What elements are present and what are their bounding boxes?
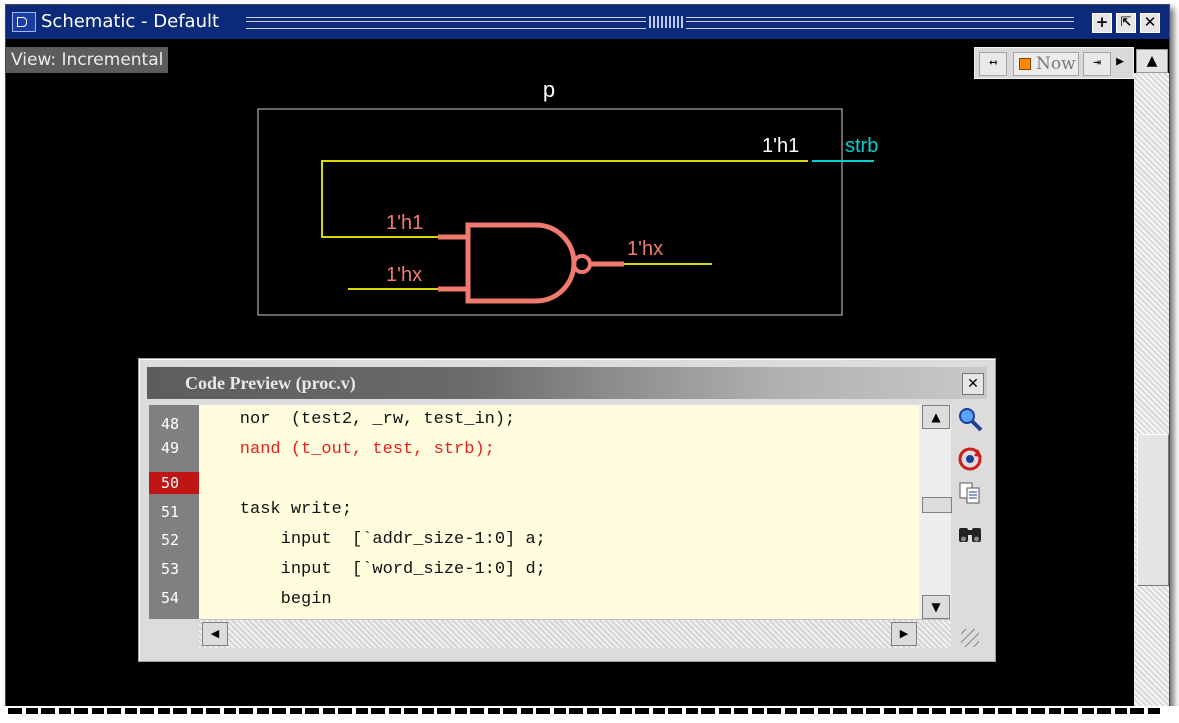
code-scroll-right-button[interactable]: ▶ <box>891 622 917 646</box>
code-scrollbar-thumb[interactable] <box>922 497 952 513</box>
title-grip <box>246 17 646 29</box>
drag-handle[interactable] <box>649 16 683 28</box>
vertical-scrollbar[interactable] <box>1134 73 1169 709</box>
play-icon[interactable]: ▶ <box>1113 52 1127 74</box>
scroll-up-button[interactable]: ▲ <box>1136 49 1168 73</box>
window-title: Schematic - Default <box>41 11 220 32</box>
step-forward-button[interactable]: ⇥ <box>1083 52 1111 76</box>
stop-square-icon <box>1019 58 1031 70</box>
instance-box <box>257 108 843 316</box>
maximize-button[interactable]: + <box>1092 13 1112 33</box>
line-number-gutter: 48 49 50 51 52 53 54 <box>149 405 199 619</box>
now-button[interactable]: Now <box>1013 52 1079 76</box>
resize-grip[interactable] <box>961 629 979 647</box>
output-value-label: 1'h1 <box>762 135 799 157</box>
code-lines: nor (test2, _rw, test_in); nand (t_out, … <box>199 405 546 615</box>
line-number: 48 <box>161 415 180 433</box>
code-scroll-left-button[interactable]: ◀ <box>202 622 228 646</box>
line-number: 53 <box>161 560 180 578</box>
title-grip <box>686 17 1074 29</box>
torn-edge-decoration <box>0 706 1179 723</box>
code-line: input [`addr_size-1:0] a; <box>199 530 546 549</box>
scrollbar-thumb[interactable] <box>1137 434 1169 586</box>
gate-output-value-label: 1'hx <box>627 238 663 260</box>
code-preview-title: Code Preview (proc.v) <box>185 373 356 393</box>
find-icon[interactable] <box>955 519 985 547</box>
copy-icon[interactable] <box>955 479 985 507</box>
title-bar[interactable]: Schematic - Default + ⇱ ✕ <box>6 5 1169 39</box>
line-number: 49 <box>161 439 180 457</box>
code-scroll-up-button[interactable]: ▲ <box>922 405 950 429</box>
close-button[interactable]: ✕ <box>1140 13 1160 33</box>
now-label: Now <box>1036 54 1076 74</box>
zoom-icon[interactable] <box>955 405 985 433</box>
code-line-highlighted: nand (t_out, test, strb); <box>199 440 495 459</box>
code-line: input [`word_size-1:0] d; <box>199 560 546 579</box>
instance-name: p <box>543 77 555 102</box>
simulation-toolbar: ↤ Now ⇥ ▶ <box>974 47 1134 79</box>
restore-button[interactable]: ⇱ <box>1116 13 1136 33</box>
code-line: task write; <box>199 500 353 519</box>
code-preview-panel: Code Preview (proc.v) ✕ 48 49 50 51 52 5… <box>138 358 996 662</box>
code-text-area[interactable]: nor (test2, _rw, test_in); nand (t_out, … <box>199 405 919 619</box>
code-horizontal-scrollbar[interactable] <box>199 619 951 648</box>
input-b-value-label: 1'hx <box>386 264 422 286</box>
step-back-button[interactable]: ↤ <box>979 52 1007 76</box>
input-a-value-label: 1'h1 <box>386 212 423 234</box>
line-number: 52 <box>161 531 180 549</box>
code-preview-titlebar[interactable]: Code Preview (proc.v) ✕ <box>147 367 987 399</box>
line-number: 51 <box>161 503 180 521</box>
line-number: 54 <box>161 589 180 607</box>
code-line: nor (test2, _rw, test_in); <box>199 410 516 429</box>
nand-gate-body <box>465 222 577 304</box>
strb-net-label: strb <box>845 135 878 157</box>
code-scroll-down-button[interactable]: ▼ <box>922 595 950 619</box>
app-icon <box>12 12 36 32</box>
code-preview-close-button[interactable]: ✕ <box>962 373 984 395</box>
code-line: begin <box>199 590 332 609</box>
line-number-active: 50 <box>149 472 199 494</box>
refresh-icon[interactable] <box>955 445 985 473</box>
